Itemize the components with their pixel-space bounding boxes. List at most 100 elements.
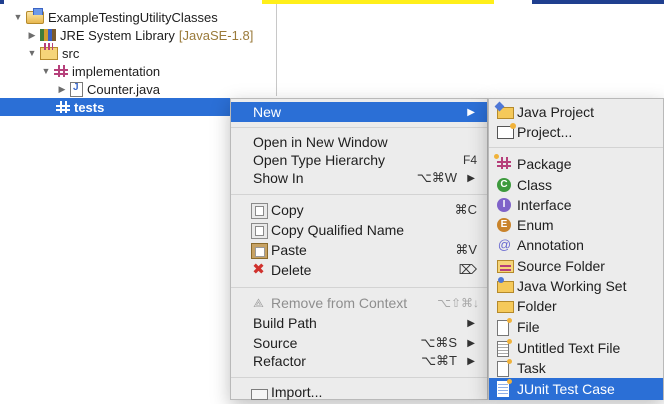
menu-separator	[231, 377, 487, 378]
menu-item-copy-qualified-name[interactable]: Copy Qualified Name	[231, 220, 487, 240]
file-icon	[497, 318, 512, 336]
menu-separator	[489, 147, 663, 148]
submenu-item-annotation[interactable]: @ Annotation	[489, 235, 663, 255]
menu-item-label: New	[253, 104, 282, 120]
source-folder-icon	[497, 260, 514, 273]
java-working-set-icon	[497, 277, 514, 293]
remove-context-icon: ⟁	[253, 296, 264, 310]
menu-item-delete[interactable]: ✖ Delete ⌦	[231, 260, 487, 280]
menu-item-show-in[interactable]: Show In ⌥⌘W ▶	[231, 168, 487, 188]
collapse-arrow-icon[interactable]: ▶	[26, 30, 38, 41]
menu-item-source[interactable]: Source ⌥⌘S ▶	[231, 333, 487, 353]
tree-item-counter-java[interactable]: ▶ Counter.java	[56, 80, 276, 98]
menu-separator	[231, 287, 487, 288]
submenu-item-java-working-set[interactable]: Java Working Set	[489, 276, 663, 296]
menu-item-shortcut: ⌦	[458, 262, 477, 277]
delete-icon: ✖	[252, 261, 265, 278]
submenu-item-label: Untitled Text File	[517, 340, 621, 356]
menu-item-paste[interactable]: Paste ⌘V	[231, 240, 487, 260]
menu-item-label: Open in New Window	[253, 134, 388, 150]
enum-icon: E	[497, 218, 511, 232]
top-strip-blue-right	[532, 0, 664, 4]
menu-item-label: Delete	[271, 262, 312, 278]
menu-item-new[interactable]: New ▶	[231, 102, 487, 122]
submenu-arrow-icon: ▶	[467, 317, 475, 329]
submenu-item-label: Class	[517, 177, 553, 193]
menu-item-label: Open Type Hierarchy	[253, 152, 386, 168]
menu-item-build-path[interactable]: Build Path ▶	[231, 313, 487, 333]
menu-item-refactor[interactable]: Refactor ⌥⌘T ▶	[231, 351, 487, 371]
submenu-item-label: Java Project	[517, 104, 595, 120]
top-strip-yellow	[262, 0, 494, 4]
submenu-item-label: Interface	[517, 197, 572, 213]
submenu-item-label: Folder	[517, 298, 557, 314]
src-folder-name: src	[62, 45, 80, 61]
new-submenu: Java Project Project... Package C Class …	[488, 98, 664, 400]
submenu-item-java-project[interactable]: Java Project	[489, 102, 663, 122]
selected-package-name: tests	[74, 99, 105, 115]
submenu-arrow-icon: ▶	[467, 172, 475, 184]
submenu-item-label: JUnit Test Case	[517, 381, 615, 397]
submenu-arrow-icon: ▶	[467, 337, 475, 349]
project-icon	[497, 123, 516, 139]
submenu-item-file[interactable]: File	[489, 317, 663, 337]
menu-item-remove-from-context: ⟁ Remove from Context ⌥⇧⌘↓	[231, 293, 487, 313]
expand-arrow-icon[interactable]: ▼	[40, 66, 52, 76]
submenu-item-task[interactable]: Task	[489, 358, 663, 378]
submenu-item-folder[interactable]: Folder	[489, 296, 663, 316]
menu-item-open-in-new-window[interactable]: Open in New Window	[231, 132, 487, 152]
java-project-icon	[497, 107, 514, 119]
submenu-item-label: File	[517, 319, 540, 335]
submenu-item-label: Annotation	[517, 237, 584, 253]
library-name: JRE System Library	[60, 27, 175, 43]
menu-item-label: Copy Qualified Name	[271, 222, 405, 238]
menu-item-shortcut: ⌥⌘S	[420, 335, 457, 350]
submenu-item-project[interactable]: Project...	[489, 122, 663, 142]
menu-item-shortcut: ⌥⌘T	[421, 353, 457, 368]
tree-item-jre-library[interactable]: ▶ JRE System Library [JavaSE-1.8]	[26, 26, 276, 44]
menu-item-import[interactable]: Import...	[231, 382, 487, 402]
untitled-text-file-icon	[497, 339, 512, 357]
tree-item-project[interactable]: ▼ ExampleTestingUtilityClasses	[12, 7, 276, 26]
menu-item-copy[interactable]: Copy ⌘C	[231, 200, 487, 220]
annotation-icon: @	[497, 237, 512, 252]
project-name: ExampleTestingUtilityClasses	[48, 9, 218, 25]
submenu-item-package[interactable]: Package	[489, 154, 663, 174]
submenu-arrow-icon: ▶	[467, 355, 475, 367]
library-version-tag: [JavaSE-1.8]	[178, 27, 254, 43]
submenu-item-junit-test-case[interactable]: JUnit Test Case	[489, 378, 663, 400]
menu-item-label: Copy	[271, 202, 304, 218]
submenu-item-class[interactable]: C Class	[489, 175, 663, 195]
menu-item-shortcut: ⌥⌘W	[416, 170, 457, 185]
submenu-item-label: Enum	[517, 217, 554, 233]
library-icon	[40, 29, 56, 41]
menu-item-label: Remove from Context	[271, 295, 408, 311]
java-project-icon	[26, 7, 44, 24]
source-folder-icon	[40, 42, 58, 60]
submenu-item-untitled-text-file[interactable]: Untitled Text File	[489, 338, 663, 358]
import-icon	[251, 389, 268, 400]
menu-item-shortcut: ⌘C	[454, 202, 477, 217]
copy-icon	[251, 203, 268, 219]
submenu-item-source-folder[interactable]: Source Folder	[489, 256, 663, 276]
menu-item-label: Refactor	[253, 353, 306, 369]
package-icon	[54, 65, 68, 77]
menu-item-shortcut: ⌘V	[455, 242, 477, 257]
expand-arrow-icon[interactable]: ▼	[26, 48, 38, 58]
submenu-item-enum[interactable]: E Enum	[489, 215, 663, 235]
menu-item-label: Import...	[271, 384, 323, 400]
context-menu: New ▶ Open in New Window Open Type Hiera…	[230, 98, 488, 400]
tree-item-src[interactable]: ▼ src	[26, 42, 276, 62]
task-icon	[497, 359, 512, 377]
paste-icon	[251, 243, 268, 259]
submenu-item-label: Project...	[517, 124, 573, 140]
expand-arrow-icon[interactable]: ▼	[12, 12, 24, 22]
tree-item-package-implementation[interactable]: ▼ implementation	[40, 62, 276, 80]
menu-item-label: Source	[253, 335, 298, 351]
menu-item-open-type-hierarchy[interactable]: Open Type Hierarchy F4	[231, 150, 487, 170]
menu-item-shortcut: F4	[462, 153, 477, 167]
submenu-item-interface[interactable]: I Interface	[489, 195, 663, 215]
collapse-arrow-icon[interactable]: ▶	[56, 84, 68, 95]
folder-icon	[497, 301, 514, 313]
submenu-item-label: Java Working Set	[517, 278, 627, 294]
